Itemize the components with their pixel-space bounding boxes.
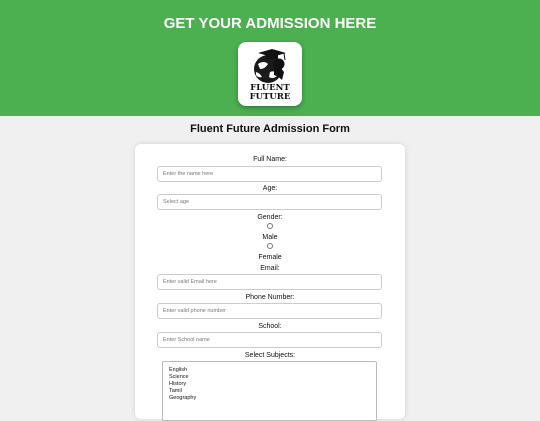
logo-text-top: FLUENT xyxy=(250,83,290,93)
gender-male-radio[interactable] xyxy=(267,223,273,229)
subject-option[interactable]: English xyxy=(169,367,376,374)
full-name-input[interactable] xyxy=(157,166,382,182)
age-label: Age: xyxy=(262,185,278,192)
phone-label: Phone Number: xyxy=(245,294,295,301)
subject-option[interactable]: Geography xyxy=(169,395,376,402)
gender-female-label: Female xyxy=(258,254,282,261)
subject-option[interactable]: Tamil xyxy=(169,388,376,395)
email-input[interactable] xyxy=(157,274,382,290)
logo: FLUENT FUTURE xyxy=(238,42,302,106)
page-heading: GET YOUR ADMISSION HERE xyxy=(163,15,377,32)
age-input[interactable] xyxy=(157,194,382,210)
full-name-label: Full Name: xyxy=(253,156,287,163)
admission-form: Full Name: Age: Gender: Male Female Emai… xyxy=(135,144,405,421)
email-label: Email: xyxy=(260,265,280,272)
school-input[interactable] xyxy=(157,332,382,348)
subject-option[interactable]: Science xyxy=(169,374,376,381)
phone-input[interactable] xyxy=(157,303,382,319)
form-title: Fluent Future Admission Form xyxy=(190,123,350,135)
gender-label: Gender: xyxy=(257,214,283,221)
subjects-label: Select Subjects: xyxy=(244,352,296,359)
subjects-multiselect[interactable]: English Science History Tamil Geography xyxy=(162,361,377,421)
gender-male-label: Male xyxy=(262,234,278,241)
gender-female-radio[interactable] xyxy=(267,243,273,249)
logo-text-bottom: FUTURE xyxy=(249,92,291,102)
school-label: School: xyxy=(258,323,282,330)
subject-option[interactable]: History xyxy=(169,381,376,388)
header-banner: GET YOUR ADMISSION HERE FLUENT FUTURE xyxy=(0,0,540,116)
